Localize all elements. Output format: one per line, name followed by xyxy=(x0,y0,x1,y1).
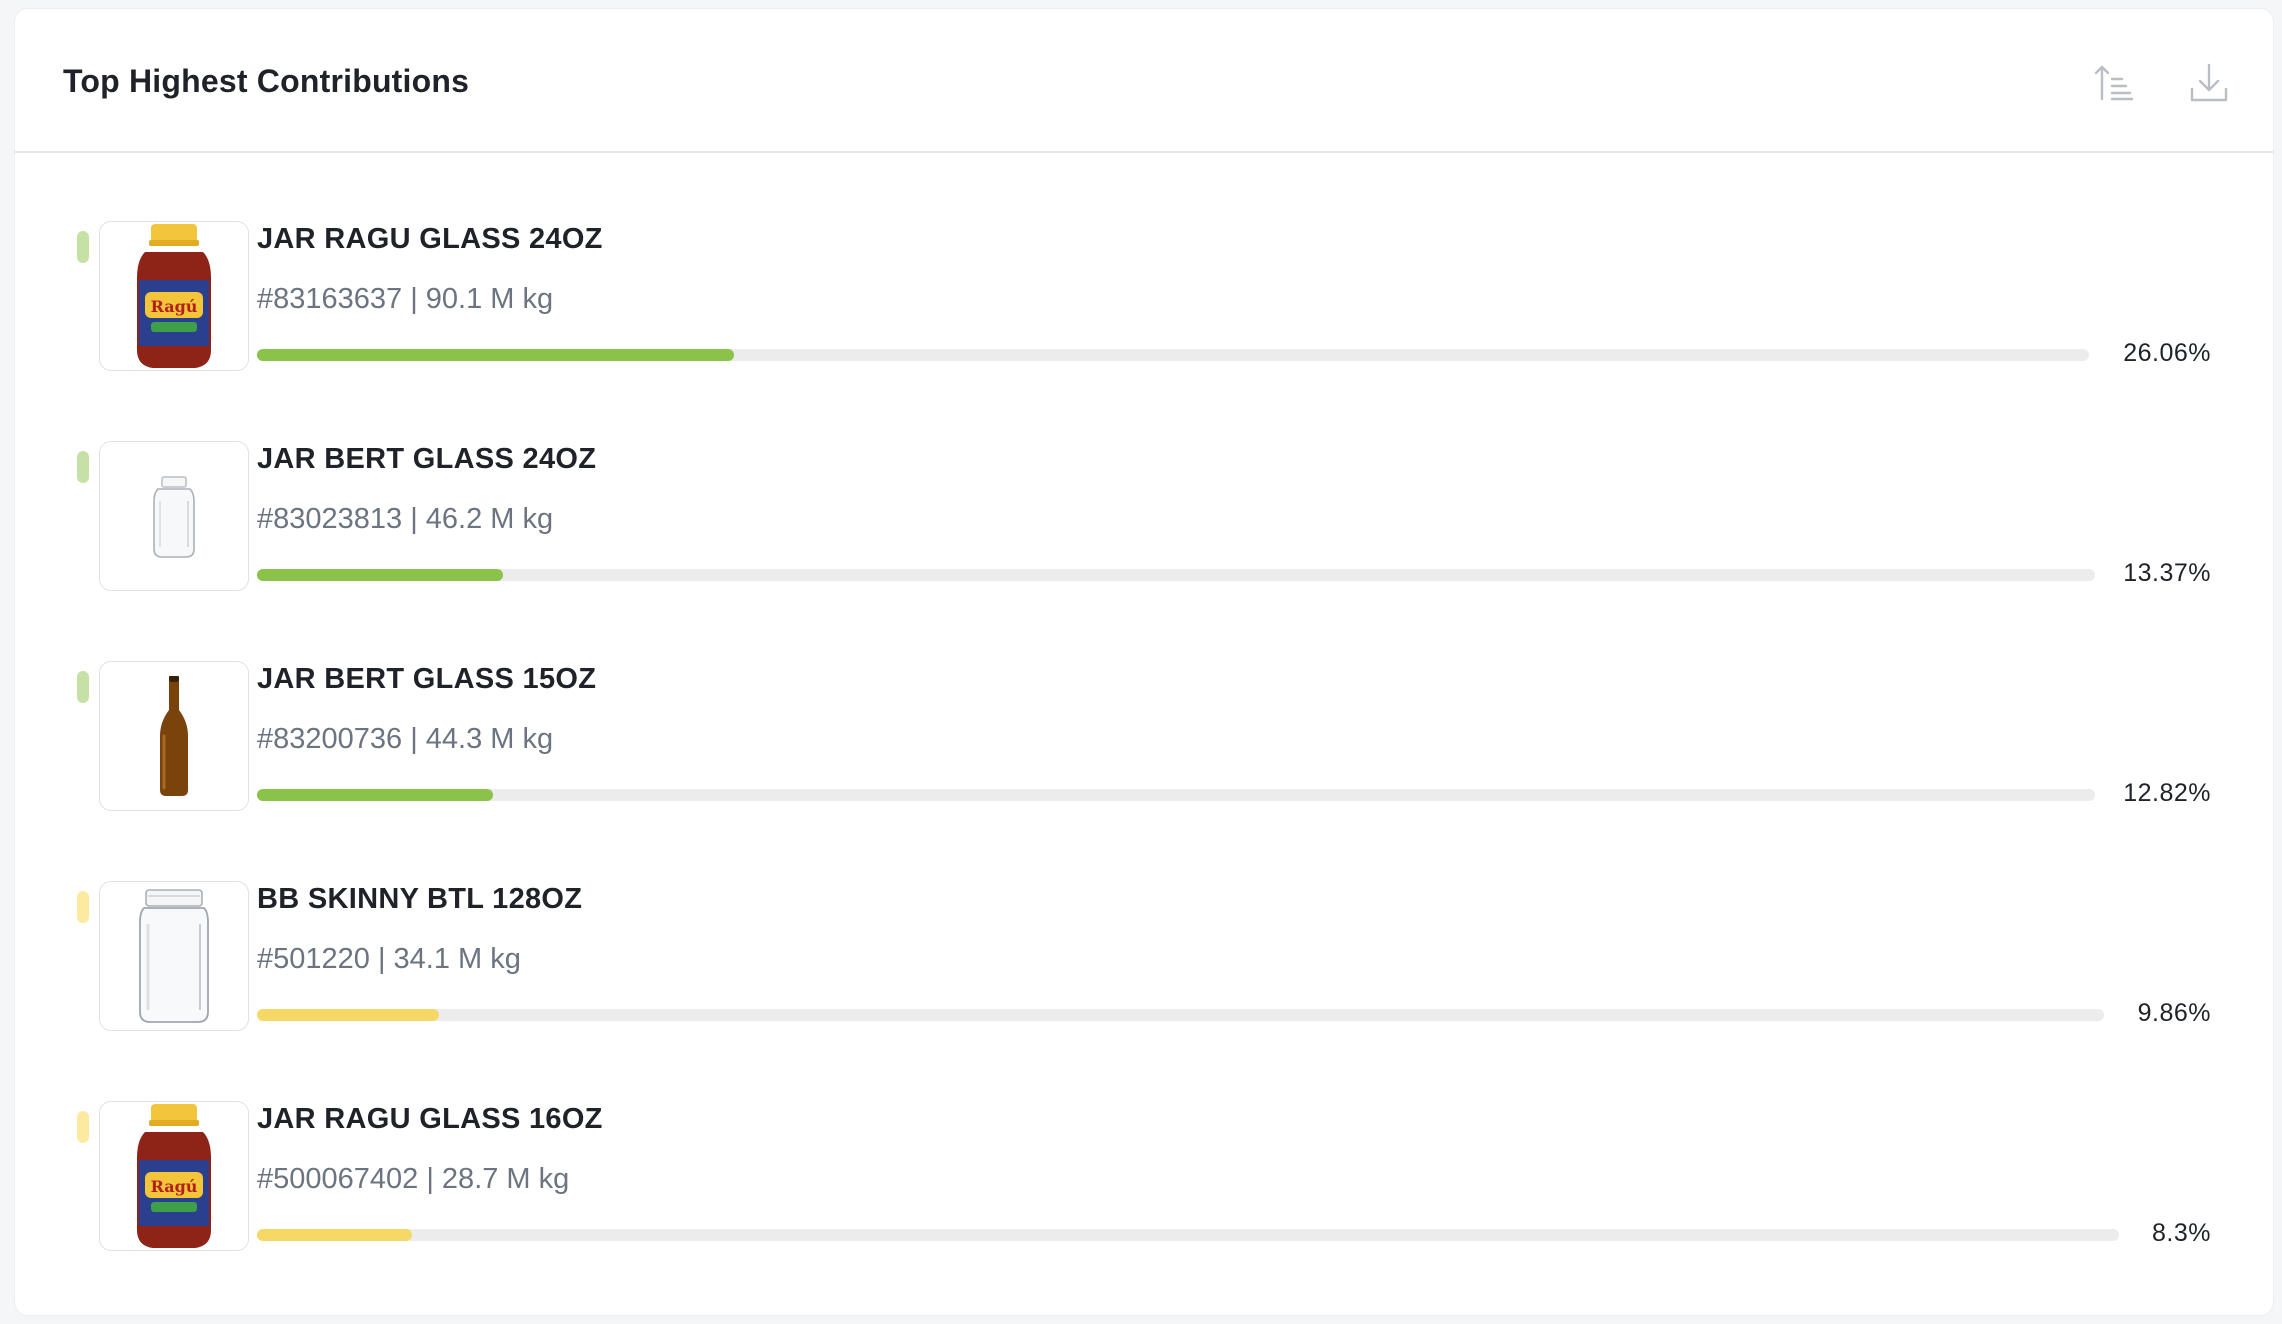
item-meta: #83163637 | 90.1 M kg xyxy=(257,283,554,315)
contribution-percent: 13.37% xyxy=(2123,559,2211,587)
list-item[interactable]: JAR BERT GLASS 15OZ #83200736 | 44.3 M k… xyxy=(15,661,2273,831)
contribution-bar-track xyxy=(257,1009,2104,1021)
contribution-bar-track xyxy=(257,1229,2119,1241)
item-name: JAR BERT GLASS 15OZ xyxy=(257,663,597,695)
contribution-bar-fill xyxy=(257,789,493,801)
item-name: JAR RAGU GLASS 16OZ xyxy=(257,1103,603,1135)
status-indicator xyxy=(77,1111,89,1143)
contributions-card: Top Highest Contributions Ragú JAR RAGU … xyxy=(14,8,2274,1316)
contribution-bar-fill xyxy=(257,349,735,361)
item-name: BB SKINNY BTL 128OZ xyxy=(257,883,583,915)
svg-text:Ragú: Ragú xyxy=(151,297,198,316)
contribution-percent: 12.82% xyxy=(2123,779,2211,807)
list-item[interactable]: Ragú JAR RAGU GLASS 16OZ #500067402 | 28… xyxy=(15,1101,2273,1271)
contribution-bar-track xyxy=(257,349,2089,361)
ragu-jar-image: Ragú xyxy=(99,221,249,371)
sort-ascending-icon[interactable] xyxy=(2090,59,2138,107)
contribution-percent: 9.86% xyxy=(2137,999,2211,1027)
contribution-percent: 8.3% xyxy=(2152,1219,2211,1247)
contribution-percent: 26.06% xyxy=(2123,339,2211,367)
item-meta: #83200736 | 44.3 M kg xyxy=(257,723,554,755)
svg-text:Ragú: Ragú xyxy=(151,1177,198,1196)
contribution-bar-fill xyxy=(257,1229,412,1241)
item-meta: #500067402 | 28.7 M kg xyxy=(257,1163,570,1195)
ragu-jar-image: Ragú xyxy=(99,1101,249,1251)
item-meta: #501220 | 34.1 M kg xyxy=(257,943,521,975)
download-icon[interactable] xyxy=(2185,59,2233,107)
status-indicator xyxy=(77,671,89,703)
card-header: Top Highest Contributions xyxy=(15,9,2273,153)
item-meta: #83023813 | 46.2 M kg xyxy=(257,503,554,535)
list-item[interactable]: JAR BERT GLASS 24OZ #83023813 | 46.2 M k… xyxy=(15,441,2273,611)
status-indicator xyxy=(77,451,89,483)
status-indicator xyxy=(77,891,89,923)
list-item[interactable]: Ragú JAR RAGU GLASS 24OZ #83163637 | 90.… xyxy=(15,221,2273,391)
clear-jar-image xyxy=(99,441,249,591)
large-clear-jar-image xyxy=(99,881,249,1031)
contribution-bar-fill xyxy=(257,569,503,581)
contribution-bar-track xyxy=(257,569,2095,581)
contribution-bar-fill xyxy=(257,1009,440,1021)
card-title: Top Highest Contributions xyxy=(63,63,470,99)
list-item[interactable]: BB SKINNY BTL 128OZ #501220 | 34.1 M kg … xyxy=(15,881,2273,1051)
amber-bottle-image xyxy=(99,661,249,811)
item-name: JAR RAGU GLASS 24OZ xyxy=(257,223,603,255)
contribution-bar-track xyxy=(257,789,2095,801)
status-indicator xyxy=(77,231,89,263)
item-name: JAR BERT GLASS 24OZ xyxy=(257,443,597,475)
